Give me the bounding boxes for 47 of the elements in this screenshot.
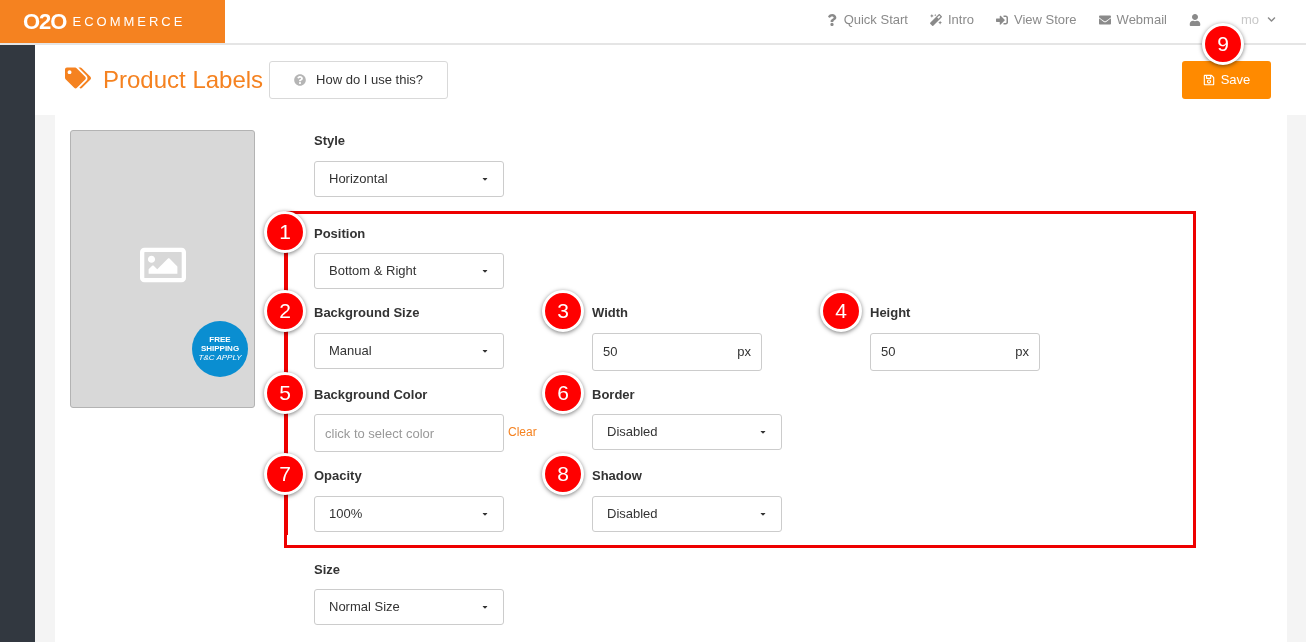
step-number-badge: 3 xyxy=(542,290,584,332)
field-label: Shadow xyxy=(592,467,642,485)
nav-link[interactable]: Quick Start xyxy=(843,9,908,30)
field-label: Opacity xyxy=(314,467,362,485)
caret-icon xyxy=(481,603,489,611)
question-icon xyxy=(294,74,307,86)
step-number-badge: 7 xyxy=(264,453,306,495)
dropdown-select[interactable]: 100% xyxy=(314,495,504,532)
step-number-badge: 8 xyxy=(542,453,584,495)
user-icon xyxy=(1188,13,1201,26)
step-number-badge: 4 xyxy=(820,290,862,332)
page-title: Product Labels xyxy=(103,65,264,95)
dropdown-select[interactable]: Bottom & Right xyxy=(314,253,504,289)
wand-icon xyxy=(929,13,942,26)
dropdown-select[interactable]: Manual xyxy=(314,332,504,369)
sign-in-icon xyxy=(995,13,1008,26)
question-icon xyxy=(825,13,838,26)
caret-icon xyxy=(759,428,767,436)
field-label: Background Size xyxy=(314,304,420,322)
number-field[interactable]: 50 px xyxy=(870,332,1040,371)
step-number-badge: 1 xyxy=(264,210,306,253)
number-field[interactable]: 50 px xyxy=(592,332,762,371)
dropdown-select[interactable]: Disabled xyxy=(592,495,782,532)
step-number-badge: 5 xyxy=(264,371,306,414)
tags-icon xyxy=(65,65,91,91)
nav-link[interactable]: View Store xyxy=(1013,9,1077,30)
dropdown-select[interactable]: Disabled xyxy=(592,414,782,450)
save-icon xyxy=(1202,74,1215,86)
field-label: Style xyxy=(314,132,346,150)
chevron-icon xyxy=(1267,15,1276,24)
field-label: Width xyxy=(592,304,628,322)
nav-link[interactable]: Webmail xyxy=(1116,9,1167,30)
help-button[interactable]: How do I use this? xyxy=(269,61,449,99)
field-label: Position xyxy=(314,224,366,243)
color-field[interactable]: click to select color xyxy=(314,414,504,452)
step-number-badge: 2 xyxy=(264,290,306,332)
field-label: Height xyxy=(870,304,911,322)
caret-icon xyxy=(481,267,489,275)
free-shipping-sticker: FREE SHIPPING T&C APPLY xyxy=(192,321,248,377)
step-number-badge: 9 xyxy=(1202,23,1244,65)
field-label: Background Color xyxy=(314,385,428,404)
nav-link[interactable]: Intro xyxy=(947,9,974,30)
field-label: Border xyxy=(592,385,635,404)
envelope-icon xyxy=(1098,13,1111,26)
dropdown-select[interactable]: Normal Size xyxy=(314,589,504,625)
field-label: Size xyxy=(314,560,340,579)
dropdown-select[interactable]: Horizontal xyxy=(314,160,504,197)
